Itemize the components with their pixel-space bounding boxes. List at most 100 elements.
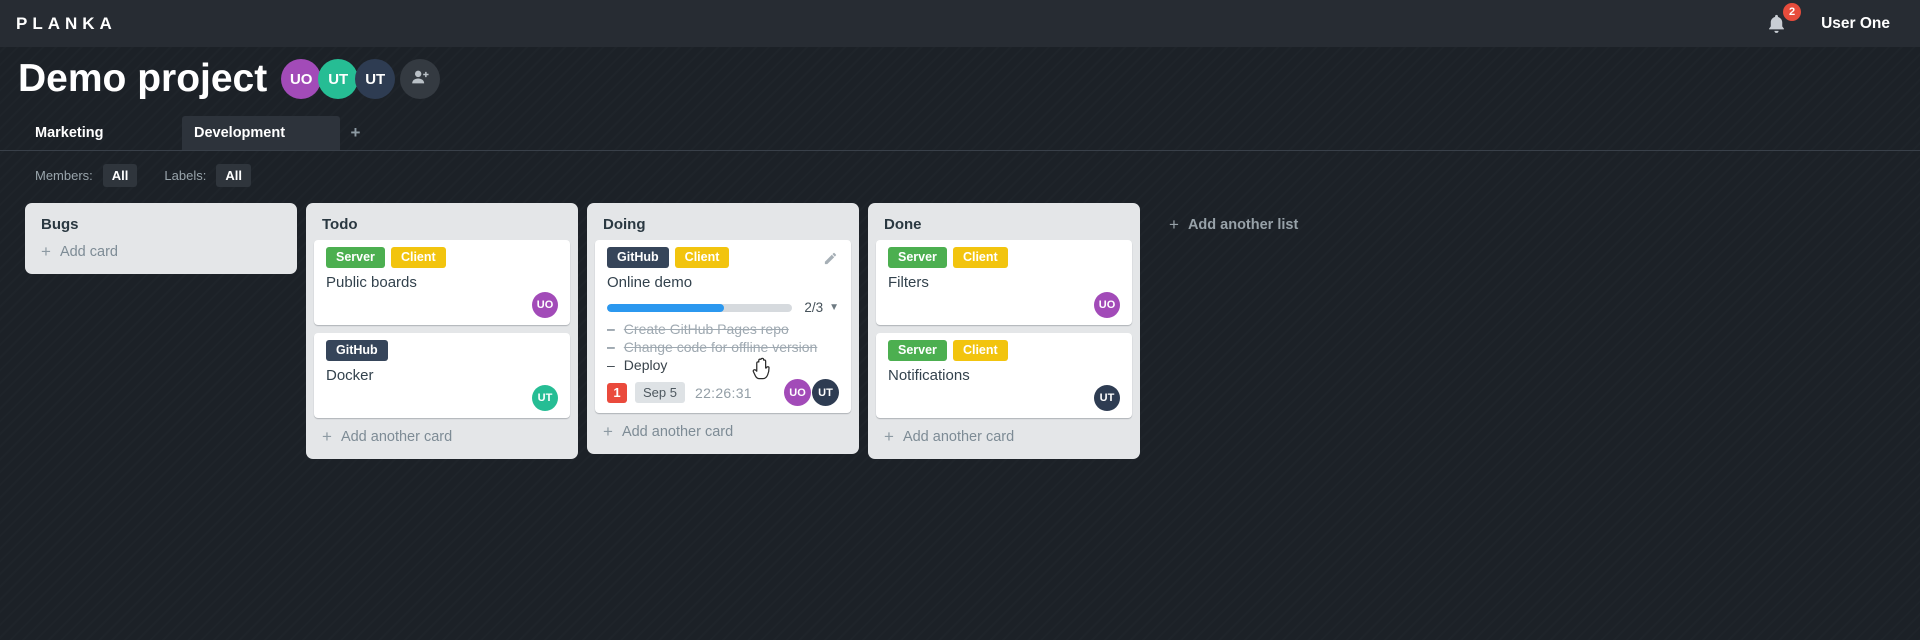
card-title: Notifications bbox=[888, 367, 970, 384]
add-card-button[interactable]: Add another card bbox=[868, 418, 1140, 459]
user-plus-icon bbox=[409, 66, 431, 93]
card-label: Server bbox=[326, 247, 385, 268]
list-title[interactable]: Doing bbox=[587, 203, 859, 238]
task-item: Create GitHub Pages repo bbox=[607, 320, 839, 338]
card-label: Client bbox=[390, 247, 446, 268]
add-card-button[interactable]: Add another card bbox=[306, 418, 578, 459]
card-members: UT bbox=[888, 385, 1120, 411]
card-title: Online demo bbox=[607, 274, 693, 291]
project-title[interactable]: Demo project bbox=[18, 56, 267, 102]
card-members: UT bbox=[326, 385, 558, 411]
board-tabs: Marketing Development bbox=[0, 116, 1920, 151]
card-labels: GitHub Client bbox=[607, 247, 839, 268]
due-date-badge[interactable]: Sep 5 bbox=[635, 382, 685, 403]
card-members: UO bbox=[888, 292, 1120, 318]
card-label: Client bbox=[952, 340, 1008, 361]
plus-icon bbox=[322, 430, 332, 444]
task-item: Deploy bbox=[607, 356, 839, 374]
list: Doing GitHubClient Online demo 2/3 ▼ Create G… bbox=[587, 203, 859, 454]
add-card-label: Add card bbox=[59, 244, 118, 260]
labels-filter: Labels: All bbox=[164, 164, 251, 187]
avatar[interactable]: UT bbox=[1094, 385, 1120, 411]
card-labels: Server Client bbox=[888, 340, 1120, 361]
board-lists: BugsAdd cardTodoServerClientPublic board… bbox=[0, 203, 1920, 459]
add-card-label: Add another card bbox=[340, 429, 453, 445]
timer-value[interactable]: 22:26:31 bbox=[695, 385, 752, 401]
card-labels: GitHub bbox=[326, 340, 558, 361]
cards-container: Server Client Public boards UO GitHub Docker U… bbox=[306, 238, 578, 418]
cards-container: Server Client Filters UO Server Client Notific… bbox=[868, 238, 1140, 418]
card-title: Filters bbox=[888, 274, 929, 291]
progress-bar bbox=[607, 303, 793, 312]
plus-icon bbox=[41, 245, 51, 259]
members-filter-label: Members: bbox=[35, 168, 93, 183]
card[interactable]: Server Client Public boards UO bbox=[314, 240, 570, 325]
list-title[interactable]: Bugs bbox=[25, 203, 297, 238]
avatar[interactable]: UO bbox=[281, 59, 322, 99]
notifications-button[interactable]: 2 bbox=[1765, 2, 1802, 37]
edit-card-icon[interactable] bbox=[821, 249, 839, 267]
card-labels: Server Client bbox=[888, 247, 1120, 268]
card-notification-badge: 1 bbox=[607, 382, 627, 403]
avatar[interactable]: UT bbox=[532, 385, 558, 411]
add-card-button[interactable]: Add card bbox=[25, 238, 297, 274]
card[interactable]: Server Client Notifications UT bbox=[876, 333, 1132, 418]
tab-marketing[interactable]: Marketing bbox=[23, 116, 182, 150]
topbar-right: 2 User One bbox=[1765, 2, 1890, 37]
card-labels: Server Client bbox=[326, 247, 558, 268]
list-title[interactable]: Done bbox=[868, 203, 1140, 238]
task-item: Change code for offline version bbox=[607, 338, 839, 356]
add-list-button[interactable]: Add another list bbox=[1169, 217, 1298, 233]
list: Todo Server Client Public boards UO GitHub Doc… bbox=[306, 203, 578, 459]
card-members: UO bbox=[326, 292, 558, 318]
avatar[interactable]: UO bbox=[532, 292, 558, 318]
card[interactable]: Server Client Filters UO bbox=[876, 240, 1132, 325]
user-menu[interactable]: User One bbox=[1821, 15, 1890, 33]
planka-app: PLANKA 2 User One Demo project UO UT UT bbox=[0, 0, 1920, 640]
card-label: Server bbox=[888, 247, 947, 268]
avatar[interactable]: UT bbox=[812, 379, 839, 406]
card-label: Client bbox=[674, 247, 730, 268]
add-card-label: Add another card bbox=[621, 424, 734, 440]
labels-filter-value[interactable]: All bbox=[216, 164, 251, 187]
project-members: UO UT UT bbox=[281, 59, 441, 99]
avatar[interactable]: UO bbox=[784, 379, 811, 406]
card[interactable]: GitHub Docker UT bbox=[314, 333, 570, 418]
plus-icon bbox=[884, 430, 894, 444]
filters-bar: Members: All Labels: All bbox=[35, 164, 1920, 187]
card-label: GitHub bbox=[607, 247, 669, 268]
card-label: Server bbox=[888, 340, 947, 361]
list: Done Server Client Filters UO Server Client Not… bbox=[868, 203, 1140, 459]
avatar[interactable]: UO bbox=[1094, 292, 1120, 318]
tab-development[interactable]: Development bbox=[182, 116, 340, 150]
chevron-down-icon[interactable]: ▼ bbox=[829, 302, 839, 313]
members-filter: Members: All bbox=[35, 164, 138, 187]
add-card-button[interactable]: Add another card bbox=[587, 413, 859, 454]
plus-icon bbox=[603, 425, 613, 439]
progress-bar-fill bbox=[607, 303, 724, 312]
card-meta-row: 1 Sep 5 22:26:31 UO UT bbox=[607, 379, 839, 406]
notification-badge: 2 bbox=[1783, 2, 1802, 21]
labels-filter-label: Labels: bbox=[164, 168, 207, 183]
card-title: Docker bbox=[326, 367, 374, 384]
list: Bugs Add card bbox=[25, 203, 297, 274]
add-card-label: Add another card bbox=[902, 429, 1015, 445]
card[interactable]: GitHubClient Online demo 2/3 ▼ Create GitHub… bbox=[595, 240, 851, 413]
add-board-button[interactable] bbox=[340, 116, 380, 150]
avatar[interactable]: UT bbox=[318, 59, 359, 99]
plus-icon bbox=[1169, 218, 1179, 232]
members-filter-value[interactable]: All bbox=[102, 164, 138, 187]
tasks-progress[interactable]: 2/3 ▼ bbox=[607, 300, 839, 315]
card-title: Public boards bbox=[326, 274, 417, 291]
add-member-button[interactable] bbox=[400, 59, 441, 99]
topbar: PLANKA 2 User One bbox=[0, 0, 1920, 47]
cards-container: GitHubClient Online demo 2/3 ▼ Create GitHub… bbox=[587, 238, 859, 413]
add-list-label: Add another list bbox=[1187, 217, 1299, 233]
card-label: Client bbox=[952, 247, 1008, 268]
progress-count: 2/3 bbox=[804, 300, 824, 315]
planka-logo: PLANKA bbox=[16, 13, 117, 33]
plus-icon bbox=[351, 123, 361, 142]
avatar[interactable]: UT bbox=[355, 59, 396, 99]
list-title[interactable]: Todo bbox=[306, 203, 578, 238]
card-label: GitHub bbox=[326, 340, 388, 361]
